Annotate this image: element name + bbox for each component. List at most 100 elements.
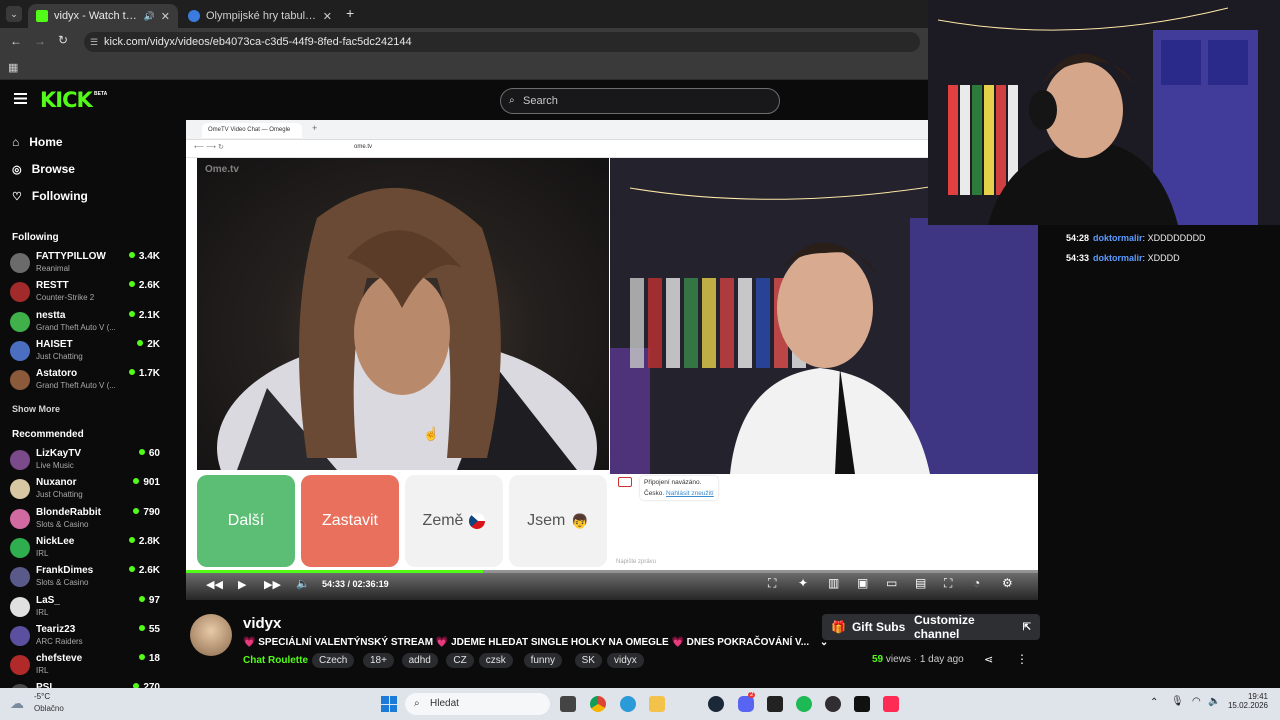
stream-tag[interactable]: funny	[523, 653, 563, 668]
ome-chat-input[interactable]: Napište zprávu	[616, 559, 1022, 568]
progress-bar[interactable]	[186, 570, 1038, 573]
close-tab-icon[interactable]: ✕	[161, 10, 170, 23]
chat-username[interactable]: doktormalir	[1093, 233, 1143, 243]
search-input[interactable]: ⌕ Search	[500, 88, 780, 114]
speaker-icon[interactable]: 🔊	[144, 11, 155, 22]
edge-icon[interactable]	[620, 696, 636, 712]
tab-kick-vod[interactable]: vidyx - Watch the VOD on Kick 🔊 ✕	[28, 4, 178, 28]
kick-logo[interactable]: KICK	[40, 88, 93, 112]
chat-username[interactable]: doktormalir	[1093, 253, 1143, 263]
live-dot-icon	[128, 281, 135, 288]
apps-grid-icon[interactable]: ▦	[8, 61, 18, 74]
taskbar-search[interactable]: ⌕ Hledat	[405, 693, 550, 715]
chat-timestamp: 54:33	[1066, 253, 1090, 263]
sidebar-channel-item[interactable]: HAISET Just Chatting 2K	[10, 339, 160, 366]
sidebar-channel-item[interactable]: FrankDimes Slots & Casino 2.6K	[10, 565, 160, 592]
close-tab-icon[interactable]: ✕	[323, 10, 332, 23]
sidebar-channel-item[interactable]: Teariz23 ARC Raiders 55	[10, 624, 160, 651]
pip-icon[interactable]: ▣	[857, 576, 868, 590]
menu-icon[interactable]	[14, 93, 27, 104]
channel-category: ARC Raiders	[36, 636, 83, 646]
streamer-name[interactable]: vidyx	[243, 615, 281, 632]
url-bar[interactable]: ☰ kick.com/vidyx/videos/eb4073ca-c3d5-44…	[84, 32, 920, 52]
sidebar-channel-item[interactable]: LizKayTV Live Music 60	[10, 448, 160, 475]
stream-tag[interactable]: adhd	[401, 653, 438, 668]
live-dot-icon	[133, 507, 140, 514]
country-button[interactable]: Země	[405, 475, 503, 567]
video-player[interactable]: OmeTV Video Chat — Omegle + ⟵ ⟶ ↻ ome.tv…	[186, 120, 1038, 600]
sidebar-channel-item[interactable]: nestta Grand Theft Auto V (... 2.1K	[10, 310, 160, 337]
sidebar-channel-item[interactable]: BlondeRabbit Slots & Casino 790	[10, 507, 160, 534]
epic-games-icon[interactable]	[767, 696, 783, 712]
sidebar-item-home[interactable]: ⌂ Home	[12, 135, 63, 149]
channel-category: Just Chatting	[36, 490, 83, 500]
tab-list-button[interactable]: ⌄	[6, 6, 22, 22]
fast-forward-icon[interactable]: ▶▶	[264, 578, 281, 591]
gift-subs-button[interactable]: 🎁 Gift Subs	[822, 614, 915, 640]
sidebar-channel-item[interactable]: LaS_ IRL 97	[10, 595, 160, 622]
reload-icon[interactable]: ↻	[58, 33, 68, 47]
gender-button[interactable]: Jsem 👦	[509, 475, 607, 567]
speed-icon[interactable]: ◔	[973, 576, 980, 590]
play-icon[interactable]: ▶	[238, 578, 246, 591]
stream-tag[interactable]: Czech	[312, 653, 355, 668]
new-tab-icon[interactable]: +	[346, 5, 354, 21]
report-link[interactable]: Nahlásit zneužití	[666, 490, 714, 497]
home-icon: ⌂	[12, 135, 20, 149]
stop-button[interactable]: Zastavit	[301, 475, 399, 567]
obs-icon[interactable]	[825, 696, 841, 712]
stream-tag[interactable]: SK	[574, 653, 602, 668]
volume-icon[interactable]: 🔈	[296, 577, 310, 590]
microphone-icon[interactable]: 🎙	[1171, 696, 1184, 707]
discord-icon[interactable]	[738, 696, 754, 712]
stats-icon[interactable]: ▥	[828, 576, 839, 590]
steam-icon[interactable]	[708, 696, 724, 712]
inner-nav-icons: ⟵ ⟶ ↻	[194, 144, 224, 151]
sidebar-channel-item[interactable]: chefsteve IRL 18	[10, 653, 160, 680]
customize-channel-button[interactable]: Customize channel ⇱	[905, 613, 1040, 641]
sparkle-icon[interactable]: ✦	[798, 576, 808, 590]
mini-player-icon[interactable]: ▤	[915, 576, 926, 590]
stream-tag[interactable]: CZ	[446, 653, 474, 668]
stream-tag[interactable]: vidyx	[607, 653, 644, 668]
channel-name: Nuxanor	[36, 477, 77, 489]
forward-icon[interactable]: →	[34, 34, 46, 48]
wifi-icon[interactable]: ◠	[1192, 696, 1201, 707]
chrome-icon[interactable]	[590, 696, 606, 712]
stream-tag[interactable]: 18+	[363, 653, 394, 668]
sidebar-channel-item[interactable]: Astatoro Grand Theft Auto V (... 1.7K	[10, 368, 160, 395]
file-explorer-icon[interactable]	[649, 696, 665, 712]
more-options-icon[interactable]: ⋮	[1016, 652, 1028, 666]
task-view-icon[interactable]	[560, 696, 576, 712]
sidebar-item-following[interactable]: ♡ Following	[12, 189, 88, 203]
cloud-icon: ☁	[10, 695, 24, 711]
spotify-icon[interactable]	[796, 696, 812, 712]
back-icon[interactable]: ←	[10, 34, 22, 48]
country-text: Česko.	[644, 490, 665, 497]
sidebar-channel-item[interactable]: Nuxanor Just Chatting 901	[10, 477, 160, 504]
settings-gear-icon[interactable]: ⚙	[1002, 576, 1013, 590]
tray-chevron-icon[interactable]: ⌃	[1150, 697, 1158, 708]
fullscreen-icon[interactable]: ⛶	[944, 576, 952, 591]
theater-icon[interactable]: ▭	[886, 576, 897, 590]
share-icon[interactable]: ⋖	[984, 653, 993, 666]
sidebar-channel-item[interactable]: NickLee IRL 2.8K	[10, 536, 160, 563]
windows-start-icon[interactable]	[381, 696, 397, 712]
tab-title: vidyx - Watch the VOD on Kick	[54, 10, 138, 22]
show-more-link[interactable]: Show More	[12, 404, 60, 414]
category-link[interactable]: Chat Roulette	[243, 655, 308, 666]
tab-olympics[interactable]: Olympijské hry tabulka - Hokej ✕	[180, 4, 340, 28]
clip-icon[interactable]: ⛶	[768, 576, 776, 591]
streamer-avatar[interactable]	[190, 614, 232, 656]
tiktok-icon[interactable]	[883, 696, 899, 712]
volume-icon[interactable]: 🔈	[1208, 696, 1220, 707]
sidebar-channel-item[interactable]: FATTYPILLOW Reanimal 3.4K	[10, 251, 160, 278]
clock[interactable]: 19:41 15.02.2026	[1226, 692, 1268, 710]
sidebar-channel-item[interactable]: RESTT Counter-Strike 2 2.6K	[10, 280, 160, 307]
site-info-icon[interactable]: ☰	[90, 32, 98, 52]
capcut-icon[interactable]	[854, 696, 870, 712]
sidebar-item-browse[interactable]: ◎ Browse	[12, 162, 75, 176]
rewind-icon[interactable]: ◀◀	[206, 578, 223, 591]
stream-tag[interactable]: czsk	[478, 653, 513, 668]
next-button[interactable]: Další	[197, 475, 295, 567]
